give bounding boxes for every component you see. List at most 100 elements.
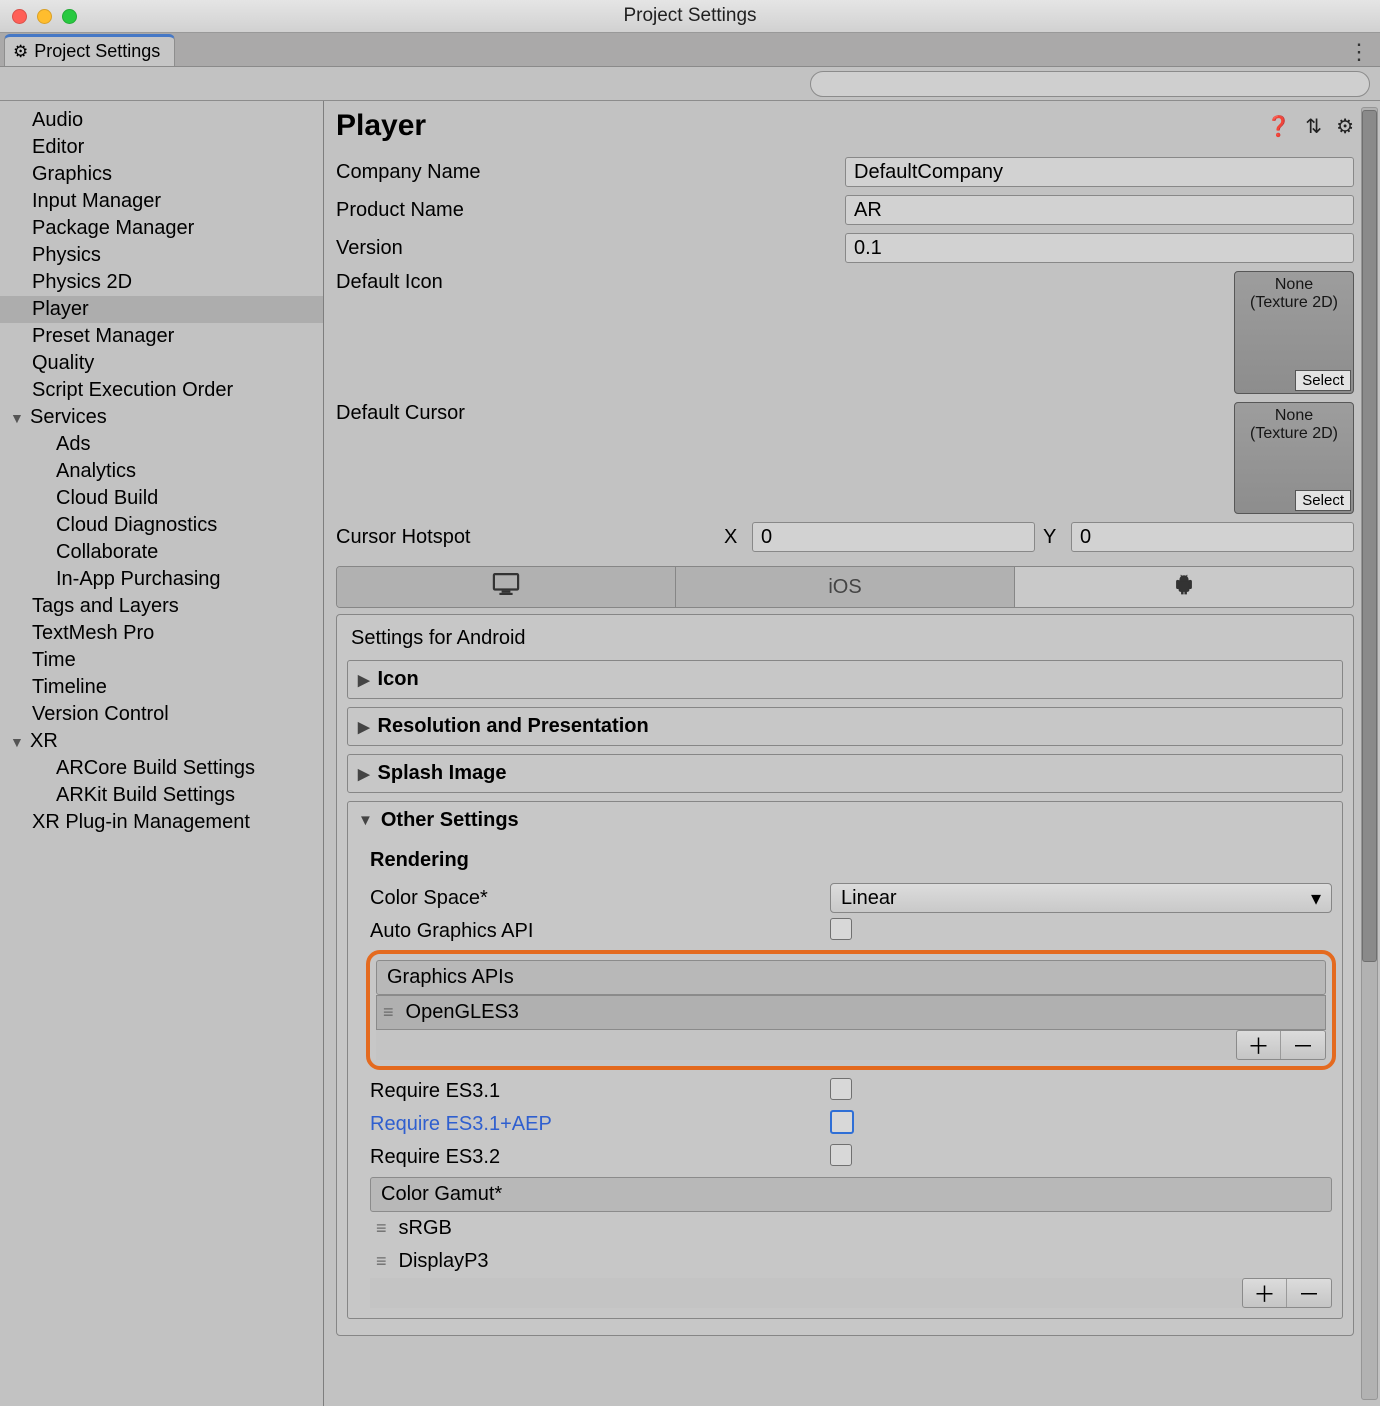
tab-options-button[interactable]: ⋮ (1348, 39, 1370, 65)
sidebar-item-time[interactable]: Time (0, 647, 323, 674)
hotspot-y-input[interactable] (1071, 522, 1354, 552)
auto-graphics-checkbox[interactable] (830, 918, 852, 940)
android-icon (1174, 573, 1194, 601)
platform-tab-android[interactable] (1015, 567, 1353, 607)
sidebar-item-script-exec[interactable]: Script Execution Order (0, 377, 323, 404)
graphics-api-item[interactable]: ≡ OpenGLES3 (376, 995, 1326, 1030)
default-cursor-slot[interactable]: None (Texture 2D) Select (1234, 402, 1354, 514)
color-gamut-item[interactable]: ≡ DisplayP3 (370, 1245, 1332, 1278)
slot-none-text: None (1235, 407, 1353, 425)
sidebar-item-preset-manager[interactable]: Preset Manager (0, 323, 323, 350)
help-icon[interactable]: ❓ (1266, 114, 1291, 139)
drag-handle-icon[interactable]: ≡ (376, 1218, 389, 1239)
settings-sidebar[interactable]: Audio Editor Graphics Input Manager Pack… (0, 101, 324, 1406)
sidebar-item-graphics[interactable]: Graphics (0, 161, 323, 188)
version-label: Version (336, 237, 845, 260)
require-es32-label: Require ES3.2 (370, 1146, 830, 1169)
foldout-header-resolution[interactable]: ▶ Resolution and Presentation (348, 708, 1342, 745)
platform-tab-ios[interactable]: iOS (676, 567, 1015, 607)
sidebar-item-arkit[interactable]: ARKit Build Settings (0, 782, 323, 809)
foldout-label: Splash Image (378, 762, 507, 785)
ios-label: iOS (828, 576, 861, 599)
sidebar-item-input-manager[interactable]: Input Manager (0, 188, 323, 215)
sidebar-item-ads[interactable]: Ads (0, 431, 323, 458)
product-name-input[interactable] (845, 195, 1354, 225)
require-es31-checkbox[interactable] (830, 1078, 852, 1100)
require-es31-label: Require ES3.1 (370, 1080, 830, 1103)
chevron-down-icon: ▾ (1311, 886, 1321, 911)
default-icon-slot[interactable]: None (Texture 2D) Select (1234, 271, 1354, 394)
sidebar-group-label: Services (30, 406, 107, 429)
sidebar-item-package-manager[interactable]: Package Manager (0, 215, 323, 242)
gear-icon: ⚙ (13, 42, 28, 62)
select-cursor-button[interactable]: Select (1295, 490, 1351, 511)
product-name-label: Product Name (336, 199, 845, 222)
color-space-dropdown[interactable]: Linear ▾ (830, 883, 1332, 913)
color-gamut-name: DisplayP3 (399, 1250, 489, 1273)
color-gamut-item[interactable]: ≡ sRGB (370, 1212, 1332, 1245)
graphics-apis-highlight: Graphics APIs ≡ OpenGLES3 ＋ － (366, 950, 1336, 1070)
search-input[interactable] (810, 71, 1370, 97)
color-gamut-footer: ＋ － (370, 1278, 1332, 1308)
add-graphics-api-button[interactable]: ＋ (1237, 1031, 1281, 1059)
remove-color-gamut-button[interactable]: － (1287, 1279, 1331, 1307)
sidebar-item-editor[interactable]: Editor (0, 134, 323, 161)
sidebar-item-quality[interactable]: Quality (0, 350, 323, 377)
sidebar-item-physics[interactable]: Physics (0, 242, 323, 269)
platform-tab-standalone[interactable] (337, 567, 676, 607)
auto-graphics-label: Auto Graphics API (370, 920, 830, 943)
platform-tabs: iOS (336, 566, 1354, 608)
require-es31aep-checkbox[interactable] (830, 1110, 854, 1134)
graphics-api-footer: ＋ － (376, 1030, 1326, 1060)
foldout-open-icon: ▼ (10, 734, 28, 750)
project-settings-tab[interactable]: ⚙ Project Settings (4, 34, 175, 66)
sidebar-item-cloud-build[interactable]: Cloud Build (0, 485, 323, 512)
sidebar-item-xr-plugin-mgmt[interactable]: XR Plug-in Management (0, 809, 323, 836)
foldout-closed-icon: ▶ (358, 718, 370, 736)
presets-icon[interactable]: ⇅ (1305, 114, 1322, 139)
default-cursor-label: Default Cursor (336, 402, 845, 425)
sidebar-item-version-control[interactable]: Version Control (0, 701, 323, 728)
sidebar-item-tags-layers[interactable]: Tags and Layers (0, 593, 323, 620)
scrollbar-thumb[interactable] (1362, 110, 1377, 962)
foldout-header-splash[interactable]: ▶ Splash Image (348, 755, 1342, 792)
sidebar-item-player[interactable]: Player (0, 296, 323, 323)
sidebar-item-iap[interactable]: In-App Purchasing (0, 566, 323, 593)
graphics-apis-header: Graphics APIs (376, 960, 1326, 995)
sidebar-item-tmp[interactable]: TextMesh Pro (0, 620, 323, 647)
foldout-header-other[interactable]: ▼ Other Settings (348, 802, 1342, 839)
foldout-resolution: ▶ Resolution and Presentation (347, 707, 1343, 746)
foldout-open-icon: ▼ (10, 410, 28, 426)
sidebar-item-physics-2d[interactable]: Physics 2D (0, 269, 323, 296)
foldout-header-icon[interactable]: ▶ Icon (348, 661, 1342, 698)
add-color-gamut-button[interactable]: ＋ (1243, 1279, 1287, 1307)
foldout-splash: ▶ Splash Image (347, 754, 1343, 793)
company-name-input[interactable] (845, 157, 1354, 187)
hotspot-x-label: X (724, 526, 744, 549)
drag-handle-icon[interactable]: ≡ (383, 1002, 396, 1023)
foldout-other-settings: ▼ Other Settings Rendering Color Space* … (347, 801, 1343, 1319)
sidebar-item-timeline[interactable]: Timeline (0, 674, 323, 701)
page-title: Player (336, 109, 426, 143)
sidebar-item-collaborate[interactable]: Collaborate (0, 539, 323, 566)
tab-label: Project Settings (34, 41, 160, 62)
cursor-hotspot-label: Cursor Hotspot (336, 526, 724, 549)
sidebar-group-xr[interactable]: ▼ XR (0, 728, 323, 755)
hotspot-x-input[interactable] (752, 522, 1035, 552)
drag-handle-icon[interactable]: ≡ (376, 1251, 389, 1272)
sidebar-item-audio[interactable]: Audio (0, 107, 323, 134)
sidebar-item-analytics[interactable]: Analytics (0, 458, 323, 485)
graphics-api-name: OpenGLES3 (406, 1001, 519, 1024)
sidebar-item-arcore[interactable]: ARCore Build Settings (0, 755, 323, 782)
select-icon-button[interactable]: Select (1295, 370, 1351, 391)
monitor-icon (492, 573, 520, 601)
remove-graphics-api-button[interactable]: － (1281, 1031, 1325, 1059)
foldout-closed-icon: ▶ (358, 765, 370, 783)
settings-gear-icon[interactable]: ⚙ (1336, 114, 1354, 139)
require-es32-checkbox[interactable] (830, 1144, 852, 1166)
sidebar-item-cloud-diagnostics[interactable]: Cloud Diagnostics (0, 512, 323, 539)
vertical-scrollbar[interactable] (1361, 107, 1378, 1400)
sidebar-group-services[interactable]: ▼ Services (0, 404, 323, 431)
version-input[interactable] (845, 233, 1354, 263)
search-row: 🔍 (0, 67, 1380, 101)
